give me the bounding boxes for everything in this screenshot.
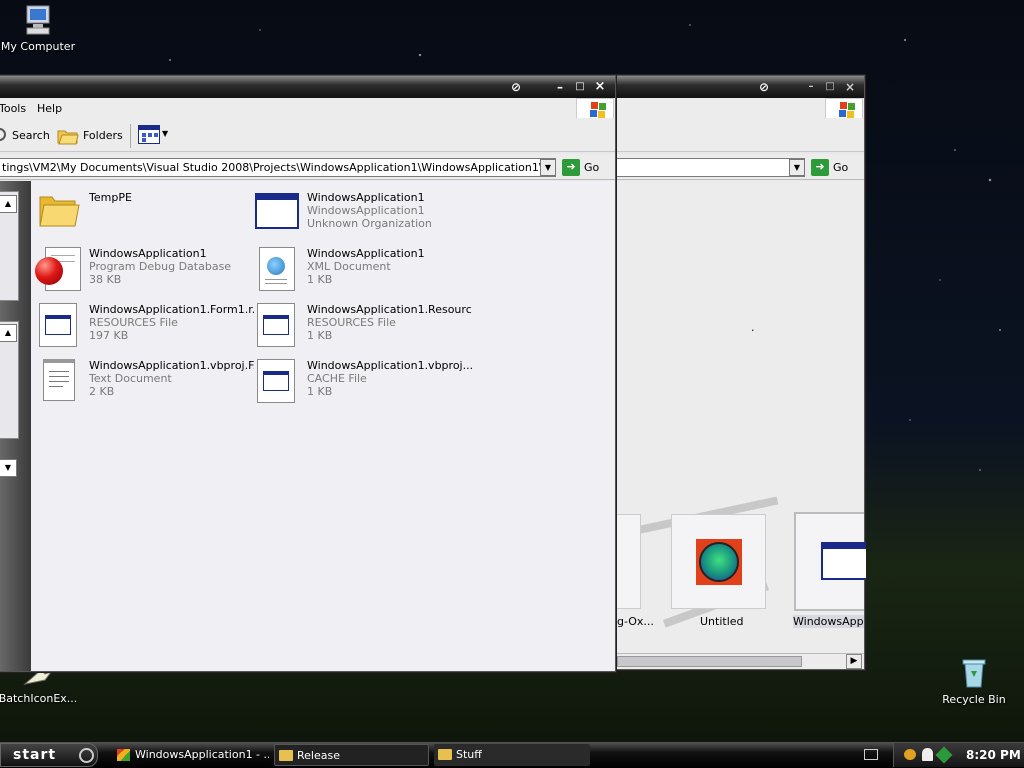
file-item[interactable]: WindowsApplication1 XML Document 1 KB	[255, 245, 470, 297]
go-button[interactable]: ➜ Go	[562, 159, 610, 177]
address-bar: tings\VM2\My Documents\Visual Studio 200…	[0, 154, 615, 180]
resources-file-icon	[37, 301, 85, 349]
file-item[interactable]: WindowsApplication1.Form1.r... RESOURCES…	[37, 301, 254, 353]
desktop-icon-recycle-bin[interactable]: Recycle Bin	[929, 657, 1019, 706]
task-pane: ▲ ▲ ▼	[0, 181, 31, 671]
window-menu-icon[interactable]: ⊘	[757, 80, 771, 94]
search-icon	[0, 128, 6, 141]
windows-logo-icon	[576, 98, 614, 120]
start-orb-icon	[79, 748, 94, 763]
taskbar: start WindowsApplication1 - ... Release …	[0, 742, 1024, 768]
thumbnail[interactable]	[617, 514, 641, 609]
scroll-right-button[interactable]: ▶	[846, 654, 862, 669]
search-button[interactable]: Search	[0, 126, 50, 146]
folder-icon	[37, 189, 85, 237]
menu-help[interactable]: Help	[37, 102, 62, 115]
file-item[interactable]: WindowsApplication1 Program Debug Databa…	[35, 245, 252, 297]
file-item[interactable]: WindowsApplication1.vbproj.F... Text Doc…	[37, 357, 254, 409]
front-explorer-window[interactable]: ⊘ – □ × Tools Help Search Folders ▼ ting…	[0, 75, 616, 672]
views-button[interactable]: ▼	[138, 125, 170, 145]
taskbar-item-release[interactable]: Release	[274, 744, 429, 766]
file-item[interactable]: TempPE	[37, 189, 252, 241]
text-document-icon	[37, 357, 85, 405]
ghost-icon[interactable]	[922, 748, 933, 761]
close-button[interactable]: ×	[593, 80, 607, 94]
cache-file-icon	[255, 357, 303, 405]
folder-icon	[438, 749, 452, 760]
thumbnail-selected[interactable]	[794, 512, 866, 611]
thumbnail-label: g-Ox...	[617, 615, 654, 628]
list-item: .	[751, 321, 755, 334]
system-tray: 8:20 PM	[893, 743, 1024, 767]
folders-button[interactable]: Folders	[57, 124, 123, 146]
scrollbar-thumb[interactable]	[617, 656, 802, 667]
address-dropdown-button[interactable]: ▼	[540, 159, 556, 176]
collapse-button[interactable]: ▲	[0, 324, 17, 342]
collapse-button[interactable]: ▲	[0, 195, 17, 213]
folder-icon	[279, 750, 293, 761]
close-button[interactable]: ×	[843, 80, 857, 94]
menu-tools[interactable]: Tools	[0, 102, 26, 115]
network-icon[interactable]	[935, 746, 953, 764]
minimize-button[interactable]: –	[804, 80, 818, 94]
start-button[interactable]: start	[0, 743, 98, 767]
address-dropdown-button[interactable]: ▼	[789, 159, 805, 176]
go-arrow-icon: ➜	[811, 159, 829, 176]
taskbar-item-windowsapplication1[interactable]: WindowsApplication1 - ...	[113, 744, 269, 766]
keyboard-icon[interactable]	[864, 749, 878, 760]
windows-logo-icon	[825, 98, 863, 120]
desktop-icon-label: My Computer	[0, 40, 76, 53]
desktop-icon-label: BatchIconEx...	[0, 692, 78, 705]
file-view: TempPE WindowsApplication1 WindowsApplic…	[31, 181, 615, 671]
clock: 8:20 PM	[966, 748, 1021, 762]
taskbar-item-stuff[interactable]: Stuff	[434, 744, 590, 766]
views-icon	[138, 125, 160, 144]
thumbnail[interactable]	[671, 514, 766, 609]
toolbar-separator	[130, 124, 131, 148]
file-item[interactable]: WindowsApplication1.vbproj.... CACHE Fil…	[255, 357, 472, 409]
recycle-bin-icon	[957, 657, 991, 689]
xml-document-icon	[255, 245, 303, 293]
chevron-down-icon: ▼	[162, 129, 169, 138]
visual-studio-icon	[117, 749, 130, 761]
debug-database-icon	[35, 245, 85, 293]
thumbnail-label: Untitled	[700, 615, 744, 628]
start-label: start	[13, 747, 57, 763]
menu-bar: Tools Help	[0, 98, 615, 118]
maximize-button[interactable]: □	[823, 80, 837, 94]
maximize-button[interactable]: □	[573, 80, 587, 94]
window-menu-icon[interactable]: ⊘	[509, 80, 523, 94]
go-arrow-icon: ➜	[562, 159, 580, 176]
application-icon	[821, 542, 866, 580]
folders-icon	[57, 127, 79, 148]
file-item[interactable]: WindowsApplication1 WindowsApplication1 …	[255, 189, 470, 241]
tray-app-icon[interactable]	[904, 749, 916, 760]
desktop-icon-label: Recycle Bin	[942, 693, 1006, 706]
computer-icon	[21, 4, 55, 36]
file-item[interactable]: WindowsApplication1.Resourc... RESOURCES…	[255, 301, 472, 353]
application-icon	[255, 189, 303, 237]
go-button[interactable]: ➜ Go	[811, 159, 859, 177]
title-bar[interactable]: ⊘ – □ ×	[0, 76, 615, 98]
expand-button[interactable]: ▼	[0, 459, 17, 477]
toolbar: Search Folders ▼	[0, 118, 615, 152]
address-field[interactable]: tings\VM2\My Documents\Visual Studio 200…	[0, 158, 556, 177]
globe-image-icon	[696, 539, 742, 585]
desktop-icon-my-computer[interactable]: My Computer	[0, 4, 83, 53]
resources-file-icon	[255, 301, 303, 349]
minimize-button[interactable]: –	[553, 80, 567, 94]
thumbnail-label: WindowsApplic	[793, 615, 864, 628]
